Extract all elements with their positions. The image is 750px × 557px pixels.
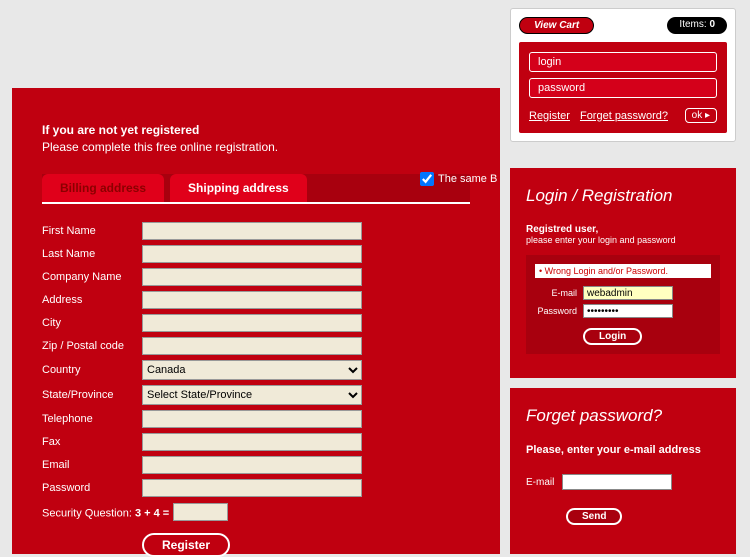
forget-panel: Forget password? Please, enter your e-ma… bbox=[510, 388, 736, 554]
label-fax: Fax bbox=[42, 436, 142, 448]
label-address: Address bbox=[42, 294, 142, 306]
label-state: State/Province bbox=[42, 389, 142, 401]
login-pass-input[interactable] bbox=[583, 304, 673, 318]
label-first: First Name bbox=[42, 225, 142, 237]
forget-msg: Please, enter your e-mail address bbox=[526, 444, 720, 456]
login-input[interactable] bbox=[529, 52, 717, 72]
login-error: Wrong Login and/or Password. bbox=[535, 264, 711, 278]
ok-button[interactable]: ok ▸ bbox=[685, 108, 717, 123]
city-input[interactable] bbox=[142, 314, 362, 332]
first-name-input[interactable] bbox=[142, 222, 362, 240]
address-input[interactable] bbox=[142, 291, 362, 309]
login-panel-sub2: please enter your login and password bbox=[526, 235, 720, 245]
zip-input[interactable] bbox=[142, 337, 362, 355]
label-email: Email bbox=[42, 459, 142, 471]
label-tel: Telephone bbox=[42, 413, 142, 425]
login-email-label: E-mail bbox=[535, 288, 577, 298]
forget-email-input[interactable] bbox=[562, 474, 672, 490]
same-checkbox[interactable] bbox=[420, 172, 434, 186]
reg-subtitle: Please complete this free online registr… bbox=[42, 140, 470, 154]
reg-title: If you are not yet registered bbox=[42, 123, 470, 137]
label-last: Last Name bbox=[42, 248, 142, 260]
register-link[interactable]: Register bbox=[529, 110, 570, 122]
same-billing-checkbox-row: The same B bbox=[420, 172, 497, 186]
label-zip: Zip / Postal code bbox=[42, 340, 142, 352]
tab-billing[interactable]: Billing address bbox=[42, 174, 164, 202]
label-pass: Password bbox=[42, 482, 142, 494]
registration-form: If you are not yet registered Please com… bbox=[12, 88, 500, 554]
security-question: Security Question: 3 + 4 = bbox=[42, 503, 470, 521]
login-pass-label: Password bbox=[535, 306, 577, 316]
fax-input[interactable] bbox=[142, 433, 362, 451]
forget-password-link[interactable]: Forget password? bbox=[580, 110, 668, 122]
register-button[interactable]: Register bbox=[142, 533, 230, 557]
same-label: The same B bbox=[438, 173, 497, 185]
state-select[interactable]: Select State/Province bbox=[142, 385, 362, 405]
send-button[interactable]: Send bbox=[566, 508, 622, 525]
telephone-input[interactable] bbox=[142, 410, 362, 428]
login-panel-sub1: Registred user, bbox=[526, 224, 720, 235]
last-name-input[interactable] bbox=[142, 245, 362, 263]
label-city: City bbox=[42, 317, 142, 329]
email-input[interactable] bbox=[142, 456, 362, 474]
label-country: Country bbox=[42, 364, 142, 376]
view-cart-button[interactable]: View Cart bbox=[519, 17, 594, 34]
items-count: Items: 0 bbox=[667, 17, 727, 34]
login-button[interactable]: Login bbox=[583, 328, 642, 345]
login-panel: Login / Registration Registred user, ple… bbox=[510, 168, 736, 378]
forget-email-label: E-mail bbox=[526, 477, 554, 488]
country-select[interactable]: Canada bbox=[142, 360, 362, 380]
tab-shipping[interactable]: Shipping address bbox=[170, 174, 307, 202]
login-panel-title: Login / Registration bbox=[526, 186, 720, 206]
company-input[interactable] bbox=[142, 268, 362, 286]
forget-title: Forget password? bbox=[526, 406, 720, 426]
password-input[interactable] bbox=[529, 78, 717, 98]
reg-password-input[interactable] bbox=[142, 479, 362, 497]
login-email-input[interactable] bbox=[583, 286, 673, 300]
security-answer-input[interactable] bbox=[173, 503, 228, 521]
cart-widget: View Cart Items: 0 Register Forget passw… bbox=[510, 8, 736, 142]
label-company: Company Name bbox=[42, 271, 142, 283]
